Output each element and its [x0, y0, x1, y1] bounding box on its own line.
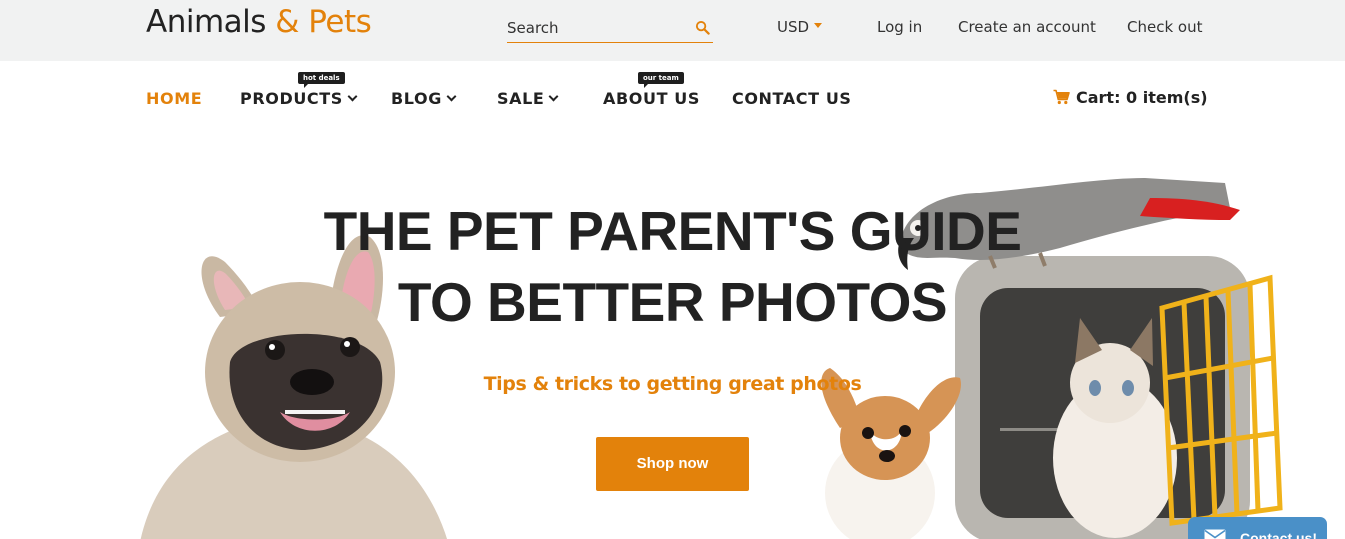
- chevron-down-icon: [446, 91, 457, 102]
- nav-item-label: ABOUT US: [603, 89, 700, 108]
- site-logo[interactable]: Animals & Pets: [146, 2, 372, 42]
- nav-item-label: PRODUCTS: [240, 89, 343, 108]
- nav-item-label: HOME: [146, 89, 203, 108]
- nav-item-label: BLOG: [391, 89, 442, 108]
- nav-item-products[interactable]: PRODUCTS: [240, 89, 358, 109]
- nav-item-home[interactable]: HOME: [146, 89, 202, 109]
- nav-item-blog[interactable]: BLOG: [391, 89, 457, 109]
- contact-us-widget[interactable]: Contact us!: [1188, 517, 1327, 539]
- chevron-down-icon: [347, 91, 358, 102]
- cart-icon: [1053, 89, 1070, 105]
- logo-text-pets: & Pets: [275, 4, 372, 40]
- logo-text-animals: Animals: [146, 4, 276, 40]
- caret-down-icon: [814, 23, 823, 28]
- nav-item-contact-us[interactable]: CONTACT US: [732, 89, 852, 109]
- search-icon[interactable]: [695, 20, 710, 35]
- login-link[interactable]: Log in: [877, 17, 922, 37]
- hot-deals-badge: hot deals: [298, 72, 345, 88]
- create-account-link[interactable]: Create an account: [958, 17, 1096, 37]
- shop-now-button[interactable]: Shop now: [596, 437, 749, 491]
- nav-item-sale[interactable]: SALE: [497, 89, 559, 109]
- nav-item-about-us[interactable]: ABOUT US: [603, 89, 700, 109]
- nav-item-label: CONTACT US: [732, 89, 852, 108]
- our-team-badge: our team: [638, 72, 684, 88]
- currency-value: USD: [777, 18, 810, 36]
- cart-link[interactable]: Cart: 0 item(s): [1053, 88, 1208, 108]
- currency-selector[interactable]: USD: [777, 17, 823, 37]
- hero-title: THE PET PARENT'S GUIDE TO BETTER PHOTOS: [300, 196, 1045, 338]
- cart-label: Cart: 0 item(s): [1076, 88, 1208, 107]
- search-input[interactable]: [507, 17, 687, 39]
- nav-item-label: SALE: [497, 89, 545, 108]
- envelope-icon: [1204, 529, 1226, 539]
- chevron-down-icon: [548, 91, 559, 102]
- top-bar: Animals & Pets USD Log in Create an acco…: [0, 0, 1345, 61]
- hero-title-line-2: TO BETTER PHOTOS: [397, 271, 948, 333]
- hero-subtitle: Tips & tricks to getting great photos: [483, 373, 862, 395]
- hero-title-line-1: THE PET PARENT'S GUIDE: [323, 200, 1022, 262]
- checkout-link[interactable]: Check out: [1127, 17, 1202, 37]
- contact-us-label: Contact us!: [1240, 530, 1317, 539]
- search-box: [507, 14, 713, 43]
